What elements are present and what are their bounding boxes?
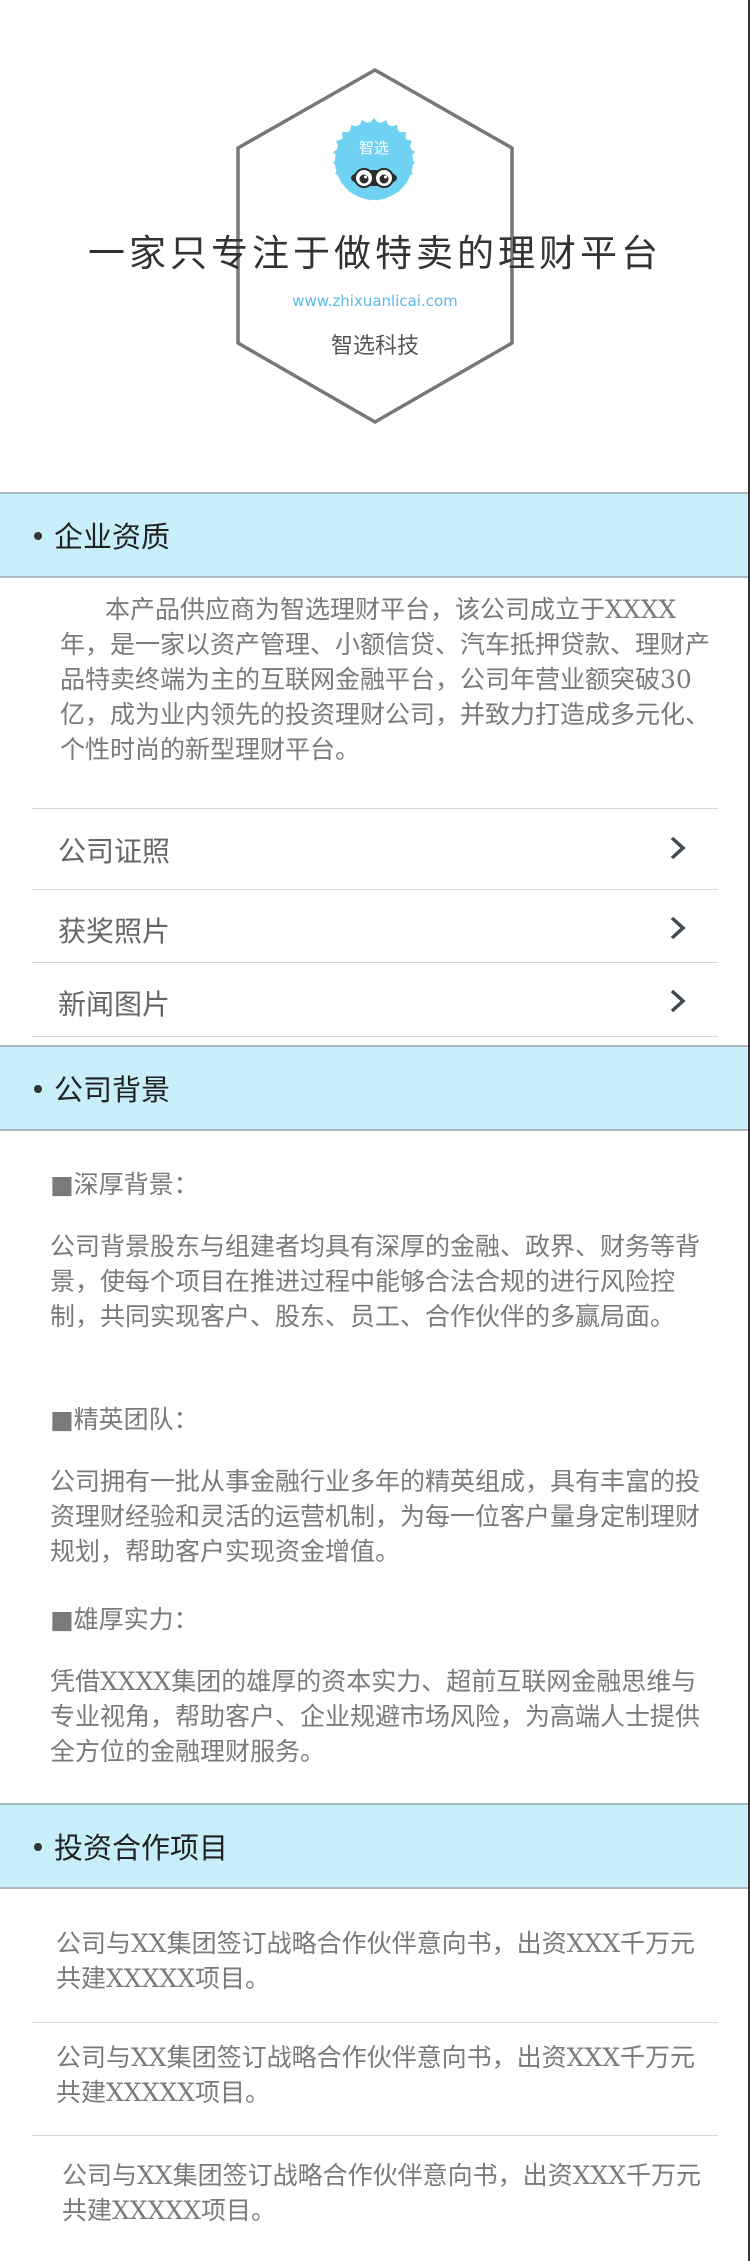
section-title: 投资合作项目 <box>54 1831 229 1865</box>
divider <box>32 2022 718 2023</box>
section-title: 企业资质 <box>54 520 171 554</box>
team-heading: ■精英团队： <box>50 1405 199 1434</box>
menu-item-label: 获奖照片 <box>58 915 171 948</box>
bullet-dot <box>34 1843 42 1851</box>
section-header-qualification: 企业资质 <box>0 492 748 578</box>
website-url: www.zhixuanlicai.com <box>292 292 458 310</box>
divider <box>32 962 718 963</box>
section-title: 公司背景 <box>54 1073 171 1107</box>
company-intro: 本产品供应商为智选理财平台，该公司成立于XXXX年，是一家以资产管理、小额信贷、… <box>60 595 711 764</box>
divider <box>32 2135 718 2136</box>
project-item: 公司与XX集团签订战略合作伙伴意向书，出资XXX千万元共建XXXXX项目。 <box>56 1929 695 1993</box>
strength-text: 凭借XXXX集团的雄厚的资本实力、超前互联网金融思维与专业视角，帮助客户、企业规… <box>50 1667 701 1766</box>
divider <box>32 889 718 890</box>
project-item: 公司与XX集团签订战略合作伙伴意向书，出资XXX千万元共建XXXXX项目。 <box>56 2043 695 2107</box>
brand-name: 智选科技 <box>330 334 419 359</box>
owl-logo-icon <box>333 118 415 201</box>
chevron-right-icon <box>670 989 686 1013</box>
slogan: 一家只专注于做特卖的理财平台 <box>88 232 662 275</box>
divider <box>32 808 718 809</box>
logo-text: 智选 <box>358 139 389 157</box>
bullet-dot <box>34 532 42 540</box>
team-text: 公司拥有一批从事金融行业多年的精英组成，具有丰富的投资理财经验和灵活的运营机制，… <box>50 1467 701 1566</box>
strength-heading: ■雄厚实力： <box>50 1605 199 1634</box>
logo: 智选 <box>331 118 417 204</box>
project-item: 公司与XX集团签订战略合作伙伴意向书，出资XXX千万元共建XXXXX项目。 <box>62 2161 701 2225</box>
background-text: 公司背景股东与组建者均具有深厚的金融、政界、财务等背景，使每个项目在推进过程中能… <box>50 1232 701 1331</box>
background-heading: ■深厚背景： <box>50 1170 199 1199</box>
menu-item-label: 新闻图片 <box>58 988 171 1021</box>
menu-item-label: 公司证照 <box>58 835 171 868</box>
section-header-background: 公司背景 <box>0 1045 748 1131</box>
chevron-right-icon <box>670 916 686 940</box>
menu-item-news-photos[interactable]: 新闻图片 <box>32 965 718 1037</box>
chevron-right-icon <box>670 836 686 860</box>
hero: 智选 一家只专注于做特卖的理财平台 www.zhixuanlicai.com 智… <box>0 0 750 492</box>
bullet-dot <box>34 1085 42 1093</box>
section-header-projects: 投资合作项目 <box>0 1803 748 1889</box>
divider <box>32 1036 718 1037</box>
menu-item-certificates[interactable]: 公司证照 <box>32 812 718 884</box>
menu-item-award-photos[interactable]: 获奖照片 <box>32 892 718 964</box>
